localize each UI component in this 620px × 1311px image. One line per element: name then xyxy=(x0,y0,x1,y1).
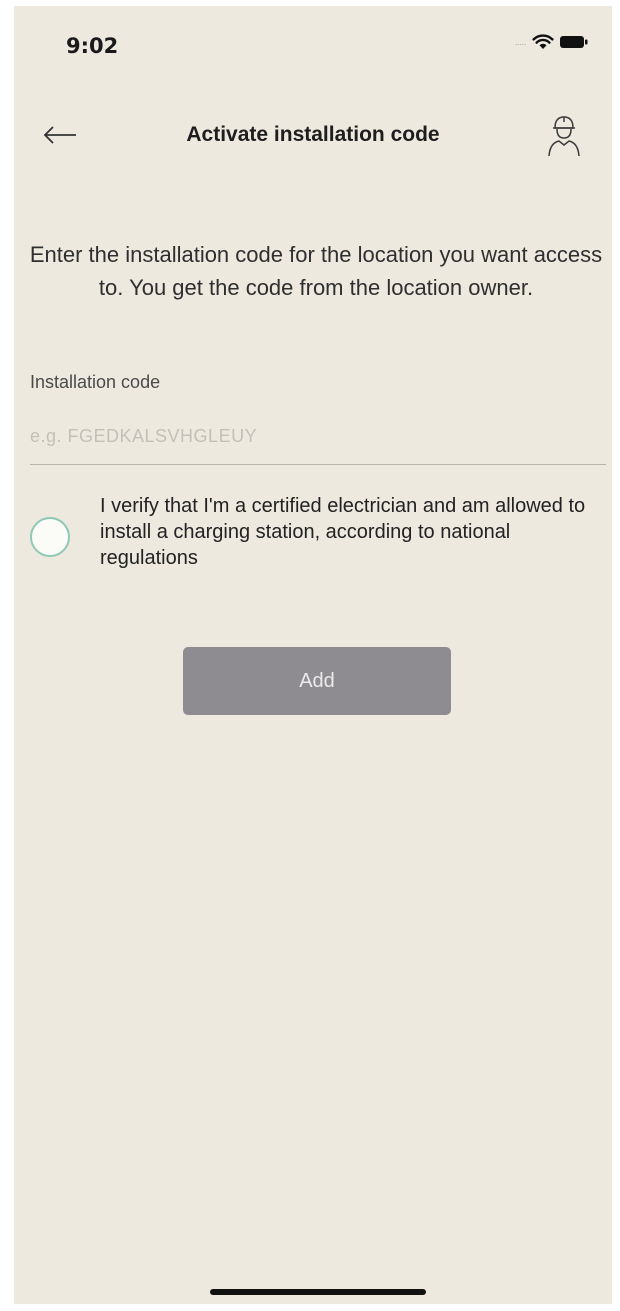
screen: 9:02 ····· Activate installation code En… xyxy=(14,6,612,1304)
installer-person-icon xyxy=(544,112,584,163)
nav-bar: Activate installation code xyxy=(14,101,612,171)
status-time: 9:02 xyxy=(66,34,119,58)
verify-radio-button[interactable] xyxy=(30,517,70,557)
instruction-text: Enter the installation code for the loca… xyxy=(29,242,603,300)
installation-code-input[interactable] xyxy=(30,416,606,465)
battery-icon xyxy=(560,35,588,54)
status-icons: ····· xyxy=(514,34,588,55)
wifi-icon xyxy=(532,34,554,55)
installation-code-label: Installation code xyxy=(30,372,161,392)
installer-button[interactable] xyxy=(540,111,588,163)
page-title: Activate installation code xyxy=(186,123,440,146)
add-button[interactable]: Add xyxy=(183,647,451,715)
status-bar: 9:02 ····· xyxy=(14,6,612,86)
signal-dots: ····· xyxy=(514,39,527,50)
home-indicator xyxy=(210,1289,426,1295)
verify-electrician-text: I verify that I'm a certified electricia… xyxy=(100,495,586,569)
